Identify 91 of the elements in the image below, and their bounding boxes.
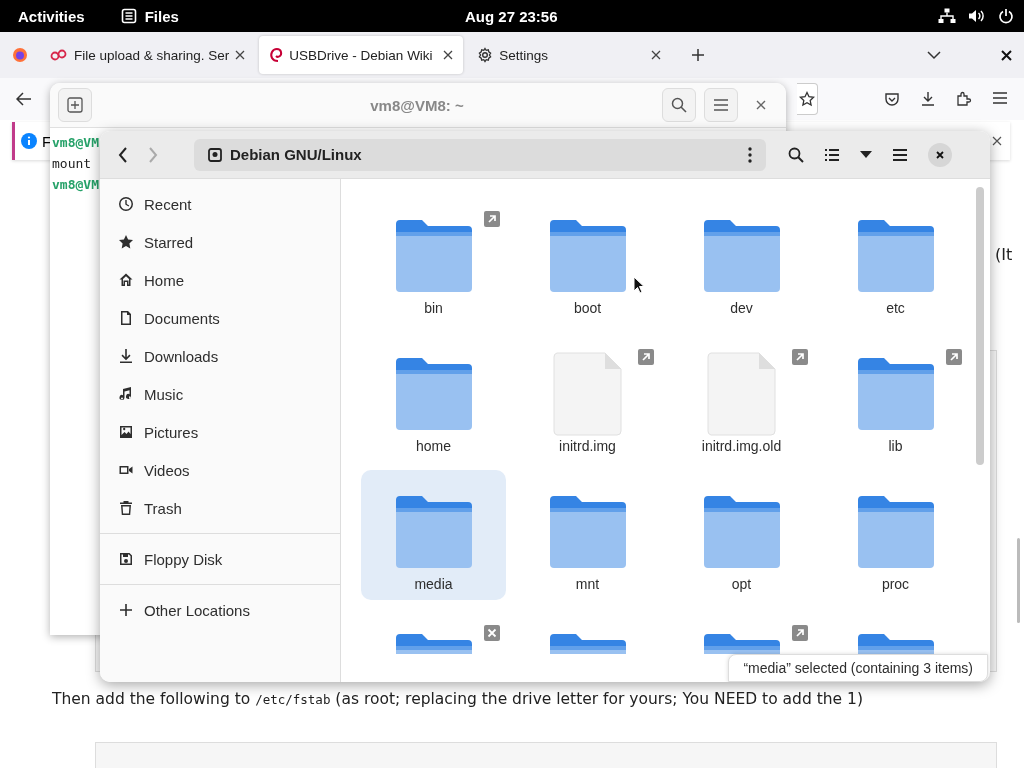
scrollbar[interactable] [1017,538,1020,623]
sidebar-item[interactable]: Trash [100,489,340,527]
pocket-icon[interactable] [884,91,900,107]
search-icon [671,97,687,113]
drive-icon [208,147,222,162]
path-label[interactable]: Debian GNU/Linux [230,146,362,163]
plus-icon [118,602,134,618]
file-item[interactable]: mnt [515,470,660,600]
sidebar-item[interactable]: Starred [100,223,340,261]
scrollbar[interactable] [976,187,984,465]
close-button[interactable] [928,142,952,167]
info-icon [21,133,37,149]
power-icon[interactable] [998,8,1014,24]
forward-icon [148,146,158,163]
file-item[interactable]: home [361,332,506,462]
gear-icon [477,47,494,63]
file-item[interactable]: lib [823,332,968,462]
status-toast: “media” selected (containing 3 items) [728,654,988,682]
sidebar-item[interactable]: Pictures [100,413,340,451]
notification-text: F [42,132,52,150]
sidebar-item[interactable]: Videos [100,451,340,489]
sidebar-item[interactable]: Downloads [100,337,340,375]
browser-logo-icon[interactable] [12,47,28,63]
picture-icon [118,424,134,440]
file-item[interactable]: boot [515,194,660,324]
activities-button[interactable]: Activities [18,7,85,25]
menu-icon [713,98,729,112]
browser-tab[interactable]: File upload & sharing. Ser [40,36,256,74]
sidebar-item[interactable]: Documents [100,299,340,337]
file-item[interactable]: dev [669,194,814,324]
star-icon[interactable] [799,91,815,107]
file-item[interactable]: opt [669,470,814,600]
back-arrow-icon[interactable] [16,92,32,106]
trash-icon [118,500,134,516]
new-tab-icon[interactable] [691,48,706,62]
clock-icon [118,196,134,212]
back-icon[interactable] [118,146,128,163]
mouse-pointer-icon [633,276,645,294]
files-app-icon [120,8,137,24]
file-item[interactable]: media [361,470,506,600]
close-icon[interactable] [1001,49,1012,61]
swirl-icon [269,47,284,63]
clock[interactable]: Aug 27 23:56 [465,7,558,25]
close-icon[interactable] [235,50,246,60]
sidebar-item[interactable]: Floppy Disk [100,540,340,578]
volume-icon[interactable] [968,8,986,24]
link-icon [50,49,68,61]
file-item[interactable]: initrd.img.old [669,332,814,462]
new-tab-button[interactable] [58,88,92,122]
paragraph: Then add the following to /etc/fstab (as root; replacing the drive letter for yours; You NEED to add the 1) [52,690,863,708]
chevron-down-icon[interactable] [927,50,941,60]
file-item[interactable]: bin [361,194,506,324]
path-bar[interactable]: Debian GNU/Linux [194,138,766,171]
close-icon[interactable] [992,136,1002,146]
app-menu-label[interactable]: Files [144,7,179,25]
file-icon [706,352,777,436]
sidebar-item[interactable]: Other Locations [100,591,340,629]
close-icon[interactable] [443,50,454,60]
sidebar-item[interactable]: Home [100,261,340,299]
network-icon[interactable] [938,8,956,24]
address-bar-end[interactable] [797,83,818,115]
search-icon[interactable] [788,146,804,163]
sidebar-item[interactable]: Music [100,375,340,413]
download-icon [118,348,134,364]
music-note-icon [118,386,134,402]
plus-box-icon [67,97,83,113]
close-icon[interactable] [651,50,662,60]
home-icon [118,272,134,288]
document-icon [118,310,134,326]
file-icon [552,352,623,436]
download-icon[interactable] [920,91,936,107]
list-view-icon[interactable] [824,147,840,162]
menu-button[interactable] [704,88,738,122]
file-item[interactable]: proc [823,470,968,600]
puzzle-piece-icon[interactable] [956,91,972,107]
browser-tab[interactable]: Settings [467,36,672,74]
sidebar-item[interactable]: Recent [100,185,340,223]
search-button[interactable] [662,88,696,122]
star-icon [118,234,134,250]
terminal-line: vm8@VM [52,176,99,194]
terminal-line: vm8@VM [52,134,99,152]
browser-tab[interactable]: USBDrive - Debian Wiki [259,36,464,74]
close-icon [936,150,944,159]
file-item[interactable]: etc [823,194,968,324]
kebab-menu-icon[interactable] [748,146,752,163]
dropdown-arrow-icon[interactable] [860,151,872,158]
menu-icon[interactable] [892,147,908,162]
terminal-line: mount [52,155,92,173]
file-item[interactable]: initrd.img [515,332,660,462]
page-text: (It [995,245,1013,264]
window-title: vm8@VM8: ~ [369,96,465,114]
